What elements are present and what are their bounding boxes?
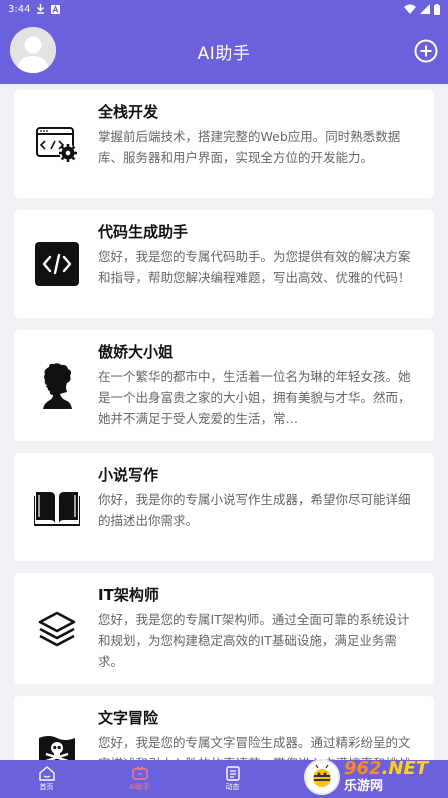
avatar[interactable]: [10, 27, 56, 73]
app-bar: AI助手: [0, 18, 448, 84]
signal-icon: [420, 4, 430, 14]
document-icon: [225, 766, 240, 781]
tab-label: AI助手: [129, 783, 150, 791]
tab-label: 动态: [225, 783, 240, 791]
layers-icon: [38, 611, 76, 646]
card-title: 小说写作: [98, 466, 159, 484]
tv-icon: [131, 766, 148, 780]
assistant-card-it-architect[interactable]: IT架构师 您好，我是您的专属IT架构师。通过全面可靠的系统设计和规划，为您构建…: [14, 573, 434, 684]
status-bar: 3:44: [0, 0, 448, 18]
watermark-number: 962: [344, 758, 382, 779]
assistant-list: 全栈开发 掌握前后端技术，搭建完整的Web应用。同时熟悉数据库、服务器和用户界面…: [0, 84, 448, 760]
tab-moments[interactable]: 动态: [186, 760, 279, 798]
card-title: 全栈开发: [98, 103, 159, 121]
notification-a-icon: [51, 4, 61, 14]
card-title: 傲娇大小姐: [98, 343, 174, 361]
tab-label: 首页: [39, 783, 54, 791]
battery-icon: [434, 3, 440, 15]
card-description: 您好，我是您的专属代码助手。为您提供有效的解决方案和指导，帮助您解决编程难题，写…: [98, 249, 411, 285]
watermark-badge: [304, 759, 340, 795]
card-title: 代码生成助手: [98, 223, 189, 241]
pirate-flag-icon: [39, 735, 75, 760]
home-icon: [38, 766, 55, 781]
code-brackets-icon: [35, 242, 79, 286]
code-settings-icon: [36, 127, 77, 162]
card-description: 在一个繁华的都市中，生活着一位名为琳的年轻女孩。她是一个出身富贵之家的大小姐，拥…: [98, 369, 411, 426]
bee-mascot-icon: [313, 764, 331, 787]
open-book-icon: [34, 492, 80, 526]
page-title: AI助手: [197, 43, 251, 64]
watermark-logo: 962.NET 乐游网: [304, 756, 444, 798]
status-time: 3:44: [8, 3, 31, 15]
assistant-card-code-generator[interactable]: 代码生成助手 您好，我是您的专属代码助手。为您提供有效的解决方案和指导，帮助您解…: [14, 210, 434, 318]
watermark-text: 乐游网: [344, 779, 384, 794]
download-icon: [37, 4, 45, 14]
card-title: 文字冒险: [98, 709, 159, 727]
card-description: 你好，我是你的专属小说写作生成器，希望你尽可能详细的描述出你需求。: [98, 492, 411, 528]
card-title: IT架构师: [98, 586, 159, 604]
assistant-card-text-adventure[interactable]: 文字冒险 您好，我是您的专属文字冒险生成器。通过精彩纷呈的文字描述和引人入胜的故…: [14, 696, 434, 760]
add-icon[interactable]: [414, 39, 438, 63]
wifi-icon: [404, 4, 416, 14]
lady-silhouette-icon: [43, 362, 72, 409]
tab-ai-assistant[interactable]: AI助手: [93, 760, 186, 798]
assistant-card-tsundere-lady[interactable]: 傲娇大小姐 在一个繁华的都市中，生活着一位名为琳的年轻女孩。她是一个出身富贵之家…: [14, 330, 434, 441]
card-description: 您好，我是您的专属IT架构师。通过全面可靠的系统设计和规划，为您构建稳定高效的I…: [98, 612, 410, 669]
tab-home[interactable]: 首页: [0, 760, 93, 798]
assistant-card-fullstack[interactable]: 全栈开发 掌握前后端技术，搭建完整的Web应用。同时熟悉数据库、服务器和用户界面…: [14, 90, 434, 198]
user-avatar-icon: [10, 27, 56, 73]
watermark-suffix: .NET: [381, 758, 429, 779]
assistant-card-novel-writing[interactable]: 小说写作 你好，我是你的专属小说写作生成器，希望你尽可能详细的描述出你需求。: [14, 453, 434, 561]
card-description: 掌握前后端技术，搭建完整的Web应用。同时熟悉数据库、服务器和用户界面，实现全方…: [98, 129, 401, 165]
